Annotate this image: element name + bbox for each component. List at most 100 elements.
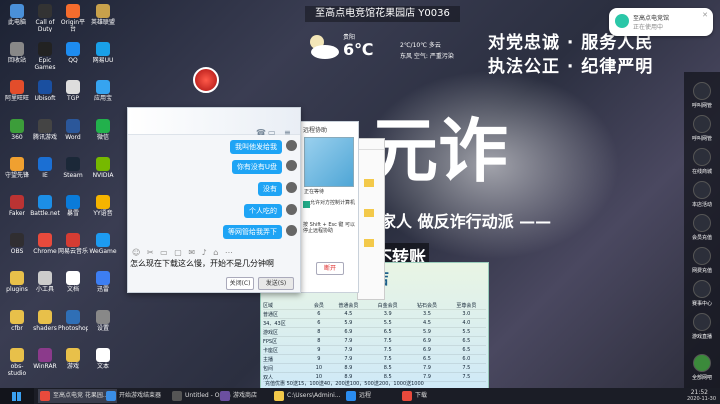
- desktop-icon[interactable]: 腾讯游戏: [30, 118, 60, 147]
- taskbar-time[interactable]: 21:52: [691, 389, 708, 396]
- sidebar-icon: [693, 82, 711, 100]
- remote-checkbox[interactable]: [303, 201, 310, 208]
- desktop-icon-label: Epic Games: [34, 57, 56, 71]
- remote-disconnect-button[interactable]: 断开: [316, 262, 344, 275]
- desktop-icon[interactable]: Epic Games: [30, 42, 60, 70]
- desktop-icon[interactable]: 小工具: [30, 271, 60, 299]
- remote-preview: [304, 137, 354, 187]
- table-row: 包间 10 8.9 8.5 7.9 7.5: [263, 363, 486, 373]
- taskbar-date[interactable]: 2020-11-30: [687, 396, 716, 402]
- taskbar-item[interactable]: 下载: [400, 389, 455, 403]
- desktop-icon[interactable]: NVIDIA: [88, 156, 118, 185]
- desktop-icon[interactable]: Chrome: [30, 233, 60, 261]
- desktop-icon[interactable]: IE: [30, 156, 60, 185]
- desktop-icon[interactable]: 游戏: [58, 347, 88, 376]
- desktop-icon[interactable]: 回收站: [2, 42, 32, 70]
- fee-column-header: 普通会员: [328, 301, 368, 310]
- notification-card[interactable]: 至高点电竞馆 正在使用中 ✕: [609, 8, 713, 36]
- desktop-icon[interactable]: Ubisoft: [30, 80, 60, 108]
- desktop-icon[interactable]: plugins: [2, 271, 32, 299]
- desktop-icon[interactable]: 阿里旺旺: [2, 80, 32, 108]
- folder-icon[interactable]: [364, 209, 374, 217]
- desktop-icon[interactable]: 守望先锋: [2, 156, 32, 185]
- desktop-icon[interactable]: shaders: [30, 309, 60, 338]
- desktop-icon-label: 应用宝: [93, 95, 112, 103]
- desktop-icon[interactable]: 设置: [88, 309, 118, 338]
- sidebar-item[interactable]: 呼叫网管: [688, 82, 716, 109]
- fee-cell: 6: [309, 318, 329, 328]
- app-icon: [10, 233, 24, 248]
- remote-assist-panel[interactable]: 远程协助 正在等待 允许对方控制计算机 按 Shift + Esc 键 可以停止…: [299, 121, 359, 293]
- desktop-icon-label: Photoshop: [58, 324, 88, 332]
- sidebar-item[interactable]: 赛事中心: [688, 280, 716, 307]
- desktop-icon[interactable]: 暴雪: [58, 195, 88, 223]
- sidebar-item[interactable]: 呼叫网管: [688, 115, 716, 142]
- desktop-icon[interactable]: 360: [2, 118, 32, 147]
- sidebar-item[interactable]: 本店活动: [688, 181, 716, 208]
- chat-close-button[interactable]: 关闭(C): [226, 277, 254, 290]
- notification-icon: [615, 14, 629, 28]
- chat-toolbar[interactable]: ☺ ✂ ▭ ▢ ✉ ♪ ⌂ ⋯: [132, 248, 296, 258]
- sidebar-item[interactable]: 在线商城: [688, 148, 716, 175]
- app-icon: [10, 118, 24, 133]
- desktop-icon-label: 文档: [66, 286, 79, 294]
- slogan-line-2: 执法公正 · 纪律严明: [488, 57, 654, 77]
- desktop-icon[interactable]: 此电脑: [2, 4, 32, 32]
- desktop-icon[interactable]: QQ: [58, 42, 88, 70]
- desktop-icon[interactable]: Steam: [58, 156, 88, 185]
- desktop-icon[interactable]: Origin平台: [58, 4, 88, 32]
- weather-air: 东风 空气: 严重污染: [400, 53, 454, 60]
- more-icon[interactable]: ≡: [284, 128, 291, 137]
- desktop-icon[interactable]: OBS: [2, 233, 32, 261]
- fee-cell: 7.9: [328, 336, 368, 346]
- chat-input[interactable]: 怎么现在下载这么慢，开始不是几分钟啊: [130, 258, 300, 269]
- desktop-icon[interactable]: Battle.net: [30, 195, 60, 223]
- sidebar-bottom[interactable]: 全部网吧: [688, 354, 716, 381]
- desktop-icon[interactable]: Faker: [2, 195, 32, 223]
- chat-bubble: 没有: [258, 182, 282, 196]
- desktop-icon[interactable]: 应用宝: [88, 80, 118, 108]
- desktop-icon[interactable]: Photoshop: [58, 309, 88, 338]
- desktop-icon[interactable]: WinRAR: [30, 347, 60, 376]
- desktop-icon[interactable]: 文本: [88, 347, 118, 376]
- desktop-icon[interactable]: 微信: [88, 118, 118, 147]
- desktop-icon-label: obs-studio: [7, 362, 27, 376]
- sidebar-item[interactable]: 网费充值: [688, 247, 716, 274]
- desktop-icon-label: NVIDIA: [92, 171, 114, 179]
- desktop-icon[interactable]: 网易UU: [88, 42, 118, 70]
- desktop-icon[interactable]: YY语音: [88, 195, 118, 223]
- folder-icon[interactable]: [364, 239, 374, 247]
- notification-close-icon[interactable]: ✕: [702, 11, 708, 19]
- desktop-icon[interactable]: 网易云音乐: [58, 233, 88, 261]
- folder-icon[interactable]: [364, 179, 374, 187]
- desktop-icon-label: 暴雪: [66, 210, 79, 217]
- desktop-icon[interactable]: 英雄联盟: [88, 4, 118, 32]
- desktop-icon[interactable]: TGP: [58, 80, 88, 108]
- desktop-icon[interactable]: WeGame: [88, 233, 118, 261]
- sidebar-item[interactable]: 游戏直播: [688, 313, 716, 340]
- desktop-icon-label: cfbr: [11, 324, 23, 332]
- phone-icon[interactable]: ☎: [256, 128, 266, 137]
- remote-status: 正在等待: [304, 189, 325, 195]
- desktop-icon-label: 360: [11, 133, 23, 141]
- desktop-icon[interactable]: 文档: [58, 271, 88, 299]
- desktop-icon[interactable]: cfbr: [2, 309, 32, 338]
- fee-cell: 9: [309, 345, 329, 355]
- qq-chat-window[interactable]: ☎ ▭ ≡ 我叫他发给我 你有没有U盘 没有 个人吃的 等网管给我弄下 ☺ ✂ ▭ ▢ …: [127, 107, 301, 293]
- chat-send-button[interactable]: 发送(S): [258, 277, 294, 290]
- desktop-icon[interactable]: Word: [58, 118, 88, 147]
- desktop-icon[interactable]: obs-studio: [2, 347, 32, 376]
- start-button-icon[interactable]: [0, 388, 34, 404]
- desktop-icon[interactable]: Call of Duty: [30, 4, 60, 32]
- taskbar-app-icon: [106, 391, 116, 401]
- explorer-window[interactable]: [357, 138, 385, 300]
- fee-cell: 7.5: [446, 372, 486, 382]
- anti-fraud-title: 元诈: [368, 109, 508, 192]
- desktop-icon[interactable]: 迅雷: [88, 271, 118, 299]
- sidebar-item[interactable]: 会员充值: [688, 214, 716, 241]
- fee-cell: 主播: [263, 354, 309, 364]
- video-icon[interactable]: ▭: [268, 128, 276, 137]
- taskbar-app-icon: [346, 391, 356, 401]
- desktop-icon-label: 腾讯游戏: [32, 133, 57, 141]
- floating-logo-icon[interactable]: [193, 67, 219, 93]
